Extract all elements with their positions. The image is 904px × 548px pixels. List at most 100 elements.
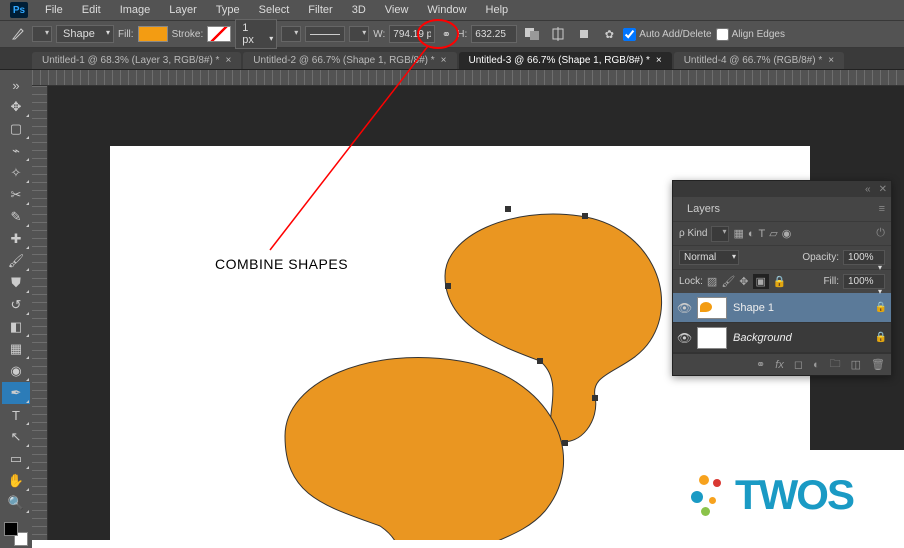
foreground-background-colors[interactable]: [2, 520, 30, 548]
lock-all-icon[interactable]: 🔒: [773, 275, 787, 288]
filter-shape-icon[interactable]: ▱: [769, 227, 777, 240]
hand-tool[interactable]: ✋: [2, 470, 30, 492]
menu-edit[interactable]: Edit: [74, 2, 109, 18]
settings-gear-icon[interactable]: ✿: [599, 24, 619, 44]
layer-row[interactable]: 👁 Shape 1 🔒: [673, 293, 891, 323]
clone-stamp-tool[interactable]: ⛊: [2, 272, 30, 294]
document-tab[interactable]: Untitled-3 @ 66.7% (Shape 1, RGB/8#) * ×: [459, 52, 672, 69]
menu-select[interactable]: Select: [251, 2, 298, 18]
layer-row[interactable]: 👁 Background 🔒: [673, 323, 891, 353]
lock-position-icon[interactable]: ✥: [739, 275, 748, 288]
layer-thumbnail[interactable]: [697, 327, 727, 349]
magic-wand-tool[interactable]: ✧: [2, 162, 30, 184]
close-icon[interactable]: ×: [441, 55, 447, 66]
layer-name[interactable]: Background: [733, 332, 869, 344]
layer-thumbnail[interactable]: [697, 297, 727, 319]
pen-tool[interactable]: ✒: [2, 382, 30, 404]
lock-transparency-icon[interactable]: ▨: [707, 275, 717, 288]
link-dimensions-icon[interactable]: ⚭: [439, 28, 453, 41]
auto-add-delete-checkbox[interactable]: [623, 28, 636, 41]
link-layers-icon[interactable]: ⚭: [756, 358, 765, 371]
document-tab[interactable]: Untitled-4 @ 66.7% (RGB/8#) * ×: [674, 52, 844, 69]
close-icon[interactable]: ×: [828, 55, 834, 66]
eyedropper-tool[interactable]: ✎: [2, 206, 30, 228]
menu-file[interactable]: File: [37, 2, 71, 18]
group-icon[interactable]: 🗀: [830, 355, 841, 374]
layer-mask-icon[interactable]: ◻: [794, 358, 803, 371]
blur-tool[interactable]: ◉: [2, 360, 30, 382]
foreground-color[interactable]: [4, 522, 18, 536]
crop-tool[interactable]: ✂: [2, 184, 30, 206]
anchor-point[interactable]: [592, 395, 598, 401]
rectangle-tool[interactable]: ▭: [2, 448, 30, 470]
stroke-width-stepper[interactable]: [281, 26, 301, 42]
layers-tab[interactable]: Layers: [679, 199, 728, 219]
anchor-point[interactable]: [537, 358, 543, 364]
anchor-point[interactable]: [582, 213, 588, 219]
filter-kind-dropdown[interactable]: [711, 226, 729, 242]
ruler-vertical[interactable]: [32, 86, 48, 540]
menu-image[interactable]: Image: [112, 2, 159, 18]
type-tool[interactable]: T: [2, 404, 30, 426]
filter-toggle-icon[interactable]: ⏻: [876, 227, 885, 240]
delete-layer-icon[interactable]: 🗑: [871, 358, 885, 371]
gradient-tool[interactable]: ▦: [2, 338, 30, 360]
adjustment-layer-icon[interactable]: ◐: [813, 359, 820, 371]
layer-name[interactable]: Shape 1: [733, 302, 869, 314]
ruler-horizontal[interactable]: [32, 70, 904, 86]
anchor-point[interactable]: [562, 440, 568, 446]
anchor-point[interactable]: [445, 283, 451, 289]
new-layer-icon[interactable]: ◫: [851, 358, 861, 371]
path-alignment-button[interactable]: [547, 24, 569, 44]
lock-artboard-icon[interactable]: ▣: [753, 274, 769, 289]
visibility-icon[interactable]: 👁: [677, 301, 691, 315]
menu-view[interactable]: View: [377, 2, 417, 18]
close-icon[interactable]: ×: [656, 55, 662, 66]
filter-adjustment-icon[interactable]: ◐: [748, 228, 755, 240]
history-brush-tool[interactable]: ↺: [2, 294, 30, 316]
document-tab[interactable]: Untitled-1 @ 68.3% (Layer 3, RGB/8#) * ×: [32, 52, 241, 69]
path-selection-tool[interactable]: ↖: [2, 426, 30, 448]
menu-layer[interactable]: Layer: [161, 2, 205, 18]
visibility-icon[interactable]: 👁: [677, 331, 691, 345]
stroke-width-dropdown[interactable]: 1 px: [235, 19, 277, 49]
blend-mode-dropdown[interactable]: Normal: [679, 250, 739, 265]
collapse-panel-icon[interactable]: «: [865, 184, 871, 195]
height-input[interactable]: [471, 25, 517, 43]
document-tab[interactable]: Untitled-2 @ 66.7% (Shape 1, RGB/8#) * ×: [243, 52, 456, 69]
stroke-style-stepper[interactable]: [349, 26, 369, 42]
path-arrangement-button[interactable]: [573, 24, 595, 44]
filter-smart-icon[interactable]: ◉: [782, 227, 792, 240]
close-icon[interactable]: ×: [225, 55, 231, 66]
tool-preset-dropdown[interactable]: [32, 26, 52, 42]
lasso-tool[interactable]: ⌁: [2, 140, 30, 162]
menu-3d[interactable]: 3D: [344, 2, 374, 18]
marquee-tool[interactable]: ▢: [2, 118, 30, 140]
anchor-point[interactable]: [505, 206, 511, 212]
panel-menu-icon[interactable]: ≡: [879, 203, 885, 215]
menu-help[interactable]: Help: [478, 2, 517, 18]
fill-opacity-dropdown[interactable]: 100%: [843, 274, 885, 289]
menu-window[interactable]: Window: [419, 2, 474, 18]
path-operations-button[interactable]: [521, 24, 543, 44]
filter-pixel-icon[interactable]: ▦: [733, 227, 743, 240]
align-edges-checkbox[interactable]: [716, 28, 729, 41]
layer-style-icon[interactable]: fx: [775, 359, 784, 371]
lock-pixels-icon[interactable]: 🖌: [721, 275, 735, 288]
stroke-color-swatch[interactable]: [207, 26, 231, 42]
close-panel-icon[interactable]: ✕: [879, 184, 887, 195]
brush-tool[interactable]: 🖌: [2, 250, 30, 272]
stroke-style-dropdown[interactable]: [305, 26, 345, 42]
healing-brush-tool[interactable]: ✚: [2, 228, 30, 250]
opacity-dropdown[interactable]: 100%: [843, 250, 885, 265]
width-input[interactable]: [389, 25, 435, 43]
eraser-tool[interactable]: ◧: [2, 316, 30, 338]
fill-color-swatch[interactable]: [138, 26, 168, 42]
menu-type[interactable]: Type: [208, 2, 248, 18]
menu-filter[interactable]: Filter: [300, 2, 340, 18]
filter-type-icon[interactable]: T: [759, 228, 766, 240]
zoom-tool[interactable]: 🔍: [2, 492, 30, 514]
expand-tools-icon[interactable]: »: [2, 74, 30, 96]
shape-mode-dropdown[interactable]: Shape: [56, 25, 114, 43]
move-tool[interactable]: ✥: [2, 96, 30, 118]
